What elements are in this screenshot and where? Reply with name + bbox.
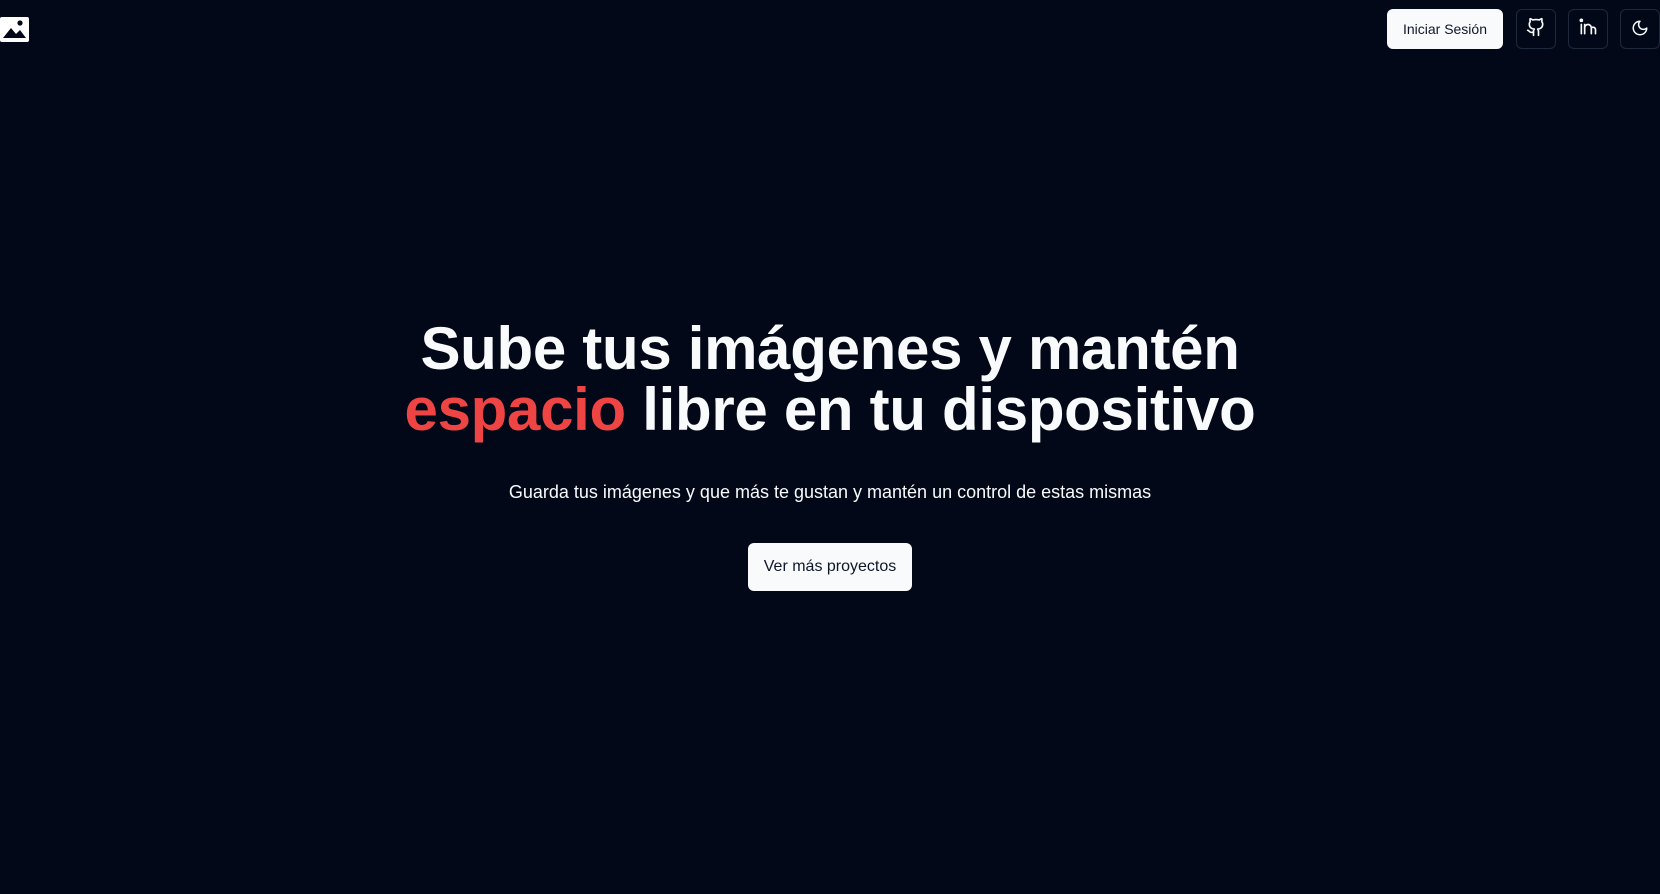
see-more-projects-button[interactable]: Ver más proyectos <box>747 543 913 591</box>
login-button[interactable]: Iniciar Sesión <box>1386 9 1503 49</box>
github-icon <box>1526 17 1546 42</box>
hero-section: Sube tus imágenes y mantén espacio libre… <box>0 318 1660 591</box>
header-actions: Iniciar Sesión <box>1386 9 1660 49</box>
theme-toggle-button[interactable] <box>1620 9 1660 49</box>
github-link[interactable] <box>1516 9 1556 49</box>
logo-image-icon[interactable] <box>0 17 29 42</box>
linkedin-icon <box>1578 17 1598 42</box>
moon-icon <box>1631 19 1649 40</box>
hero-title-line1: Sube tus imágenes y mantén <box>420 315 1240 382</box>
hero-title-accent: espacio <box>404 376 627 443</box>
linkedin-link[interactable] <box>1568 9 1608 49</box>
hero-subtitle: Guarda tus imágenes y que más te gustan … <box>508 482 1152 502</box>
hero-title-line2: libre en tu dispositivo <box>625 376 1256 443</box>
hero-title: Sube tus imágenes y mantén espacio libre… <box>405 318 1256 440</box>
